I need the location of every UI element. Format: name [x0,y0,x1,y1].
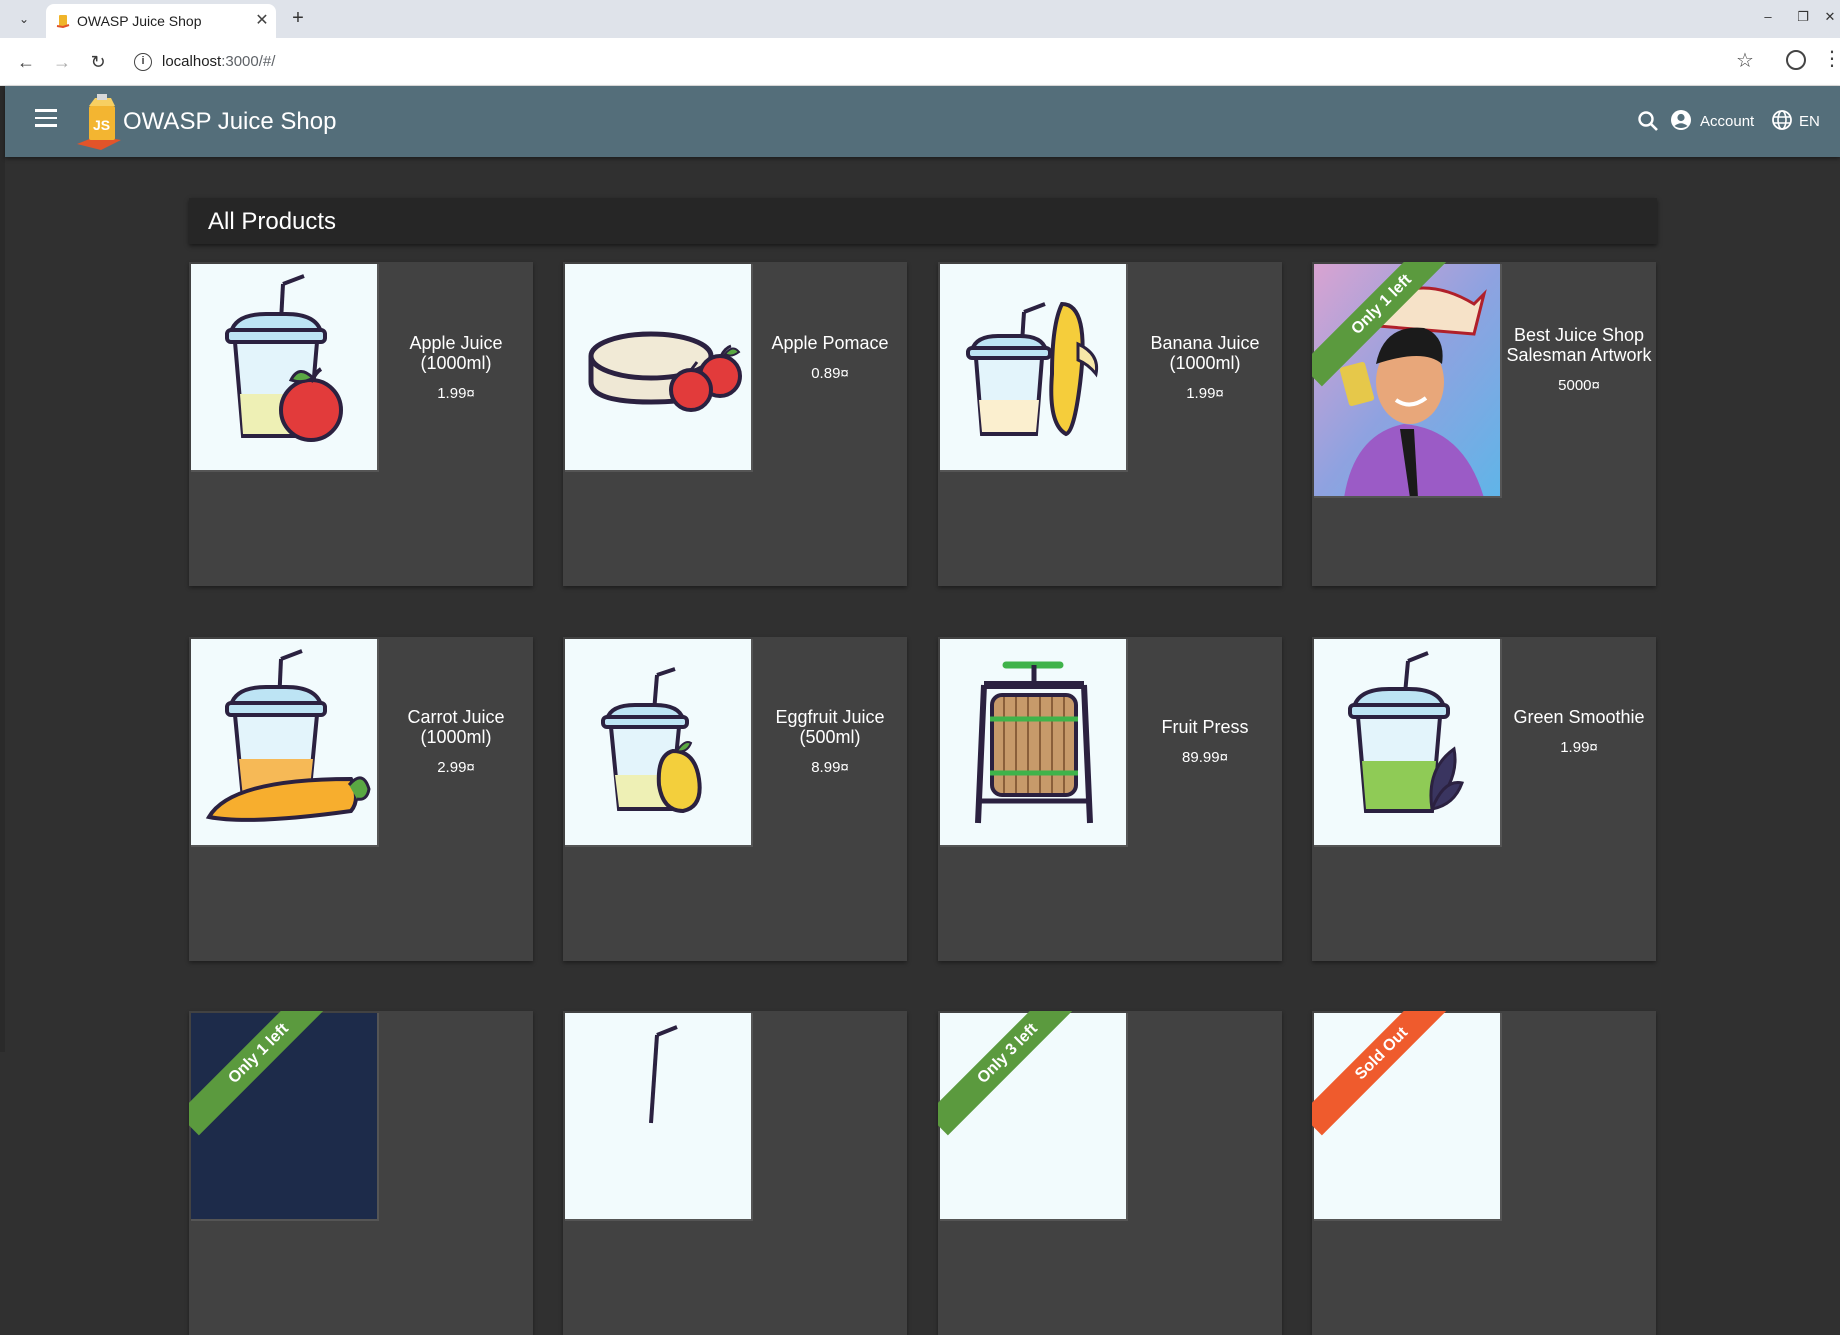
reload-icon[interactable]: ↻ [85,49,111,75]
account-circle-icon [1671,110,1691,130]
bookmark-star-icon[interactable]: ☆ [1736,48,1754,73]
menu-icon[interactable] [35,109,57,127]
new-tab-button[interactable]: + [286,7,310,31]
profile-icon[interactable] [1786,50,1806,70]
product-card-banana-juice[interactable]: Banana Juice (1000ml) 1.99¤ [938,262,1282,586]
product-info: Banana Juice (1000ml) 1.99¤ [1128,333,1282,402]
product-name: Carrot Juice (1000ml) [407,707,505,747]
tab-close-icon[interactable]: ✕ [252,11,272,31]
product-info: Carrot Juice (1000ml) 2.99¤ [379,707,533,776]
product-price: 89.99¤ [1182,749,1228,766]
product-info: Green Smoothie 1.99¤ [1502,707,1656,756]
apple-juice-icon [225,274,343,442]
product-name: Green Smoothie [1513,707,1645,727]
product-name: Apple Pomace [771,333,889,353]
app-title[interactable]: OWASP Juice Shop [123,108,336,136]
product-card-apple-juice[interactable]: Apple Juice (1000ml) 1.99¤ [189,262,533,586]
product-name: Fruit Press [1161,717,1249,737]
product-image[interactable] [565,639,753,847]
fruit-press-icon [975,661,1093,824]
tab-title: OWASP Juice Shop [77,13,202,29]
carrot-juice-icon [205,649,371,822]
product-price: 0.89¤ [811,365,849,382]
product-image[interactable] [940,639,1128,847]
product-card-carrot-juice[interactable]: Carrot Juice (1000ml) 2.99¤ [189,637,533,961]
browser-menu-icon[interactable]: ⋮ [1822,46,1840,71]
product-card-apple-pomace[interactable]: Apple Pomace 0.89¤ [563,262,907,586]
product-price: 5000¤ [1558,377,1600,394]
product-card-partial[interactable] [563,1011,907,1335]
address-bar[interactable]: i localhost:3000/#/ [126,44,1746,80]
back-arrow-icon[interactable]: ← [13,49,39,75]
browser-tab[interactable]: OWASP Juice Shop ✕ [46,4,276,38]
product-image[interactable] [191,639,379,847]
green-smoothie-icon [1348,651,1464,813]
product-card-fruit-press[interactable]: Fruit Press 89.99¤ [938,637,1282,961]
product-name: Eggfruit Juice (500ml) [775,707,885,747]
product-price: 8.99¤ [811,759,849,776]
page-title: All Products [208,208,337,235]
product-image[interactable] [565,264,753,472]
juice-shop-logo[interactable]: JS [73,94,125,150]
language-button[interactable]: EN [1771,108,1831,134]
app-toolbar: JS OWASP Juice Shop Account EN [5,86,1840,157]
product-card-partial[interactable]: Only 1 left [189,1011,533,1335]
left-edge [0,86,5,1052]
svg-text:JS: JS [93,117,110,133]
product-info: Apple Pomace 0.89¤ [753,333,907,382]
language-label: EN [1799,113,1820,130]
search-icon[interactable] [1635,108,1661,134]
product-name: Apple Juice (1000ml) [409,333,503,373]
eggfruit-juice-icon [601,667,702,814]
banana-juice-icon [966,301,1099,437]
tab-list-chevron-icon[interactable]: ⌄ [12,8,36,30]
product-price: 1.99¤ [437,385,475,402]
product-card-partial[interactable]: Sold Out [1312,1011,1656,1335]
product-price: 2.99¤ [437,759,475,776]
forward-arrow-icon[interactable]: → [49,49,75,75]
minimize-button[interactable]: – [1758,9,1778,24]
juice-cup-icon [649,1025,678,1124]
juice-shop-favicon-icon [56,15,70,28]
product-card-salesman-artwork[interactable]: Only 1 left Best Juice Shop Salesman Art… [1312,262,1656,586]
product-price: 1.99¤ [1186,385,1224,402]
product-name: Banana Juice (1000ml) [1150,333,1260,373]
product-info: Best Juice Shop Salesman Artwork 5000¤ [1502,325,1656,394]
browser-toolbar: ← → ↻ i localhost:3000/#/ ☆ ⋮ [0,38,1840,86]
globe-icon [1772,110,1792,130]
product-info: Apple Juice (1000ml) 1.99¤ [379,333,533,402]
product-image[interactable] [940,264,1128,472]
product-image[interactable] [1314,639,1502,847]
product-card-eggfruit-juice[interactable]: Eggfruit Juice (500ml) 8.99¤ [563,637,907,961]
site-info-icon[interactable]: i [134,53,152,71]
product-image[interactable] [191,264,379,472]
products-header: All Products [189,198,1657,244]
restore-button[interactable]: ❐ [1793,9,1813,25]
product-name: Best Juice Shop Salesman Artwork [1506,325,1652,365]
browser-tab-bar: ⌄ OWASP Juice Shop ✕ + – ❐ ✕ [0,0,1840,38]
product-card-partial[interactable]: Only 3 left [938,1011,1282,1335]
product-price: 1.99¤ [1560,739,1598,756]
url-text[interactable]: localhost:3000/#/ [162,53,275,70]
product-card-green-smoothie[interactable]: Green Smoothie 1.99¤ [1312,637,1656,961]
account-label: Account [1700,113,1755,130]
window-close-button[interactable]: ✕ [1820,9,1840,25]
product-info: Eggfruit Juice (500ml) 8.99¤ [753,707,907,776]
product-image[interactable] [565,1013,753,1221]
product-info: Fruit Press 89.99¤ [1128,717,1282,766]
apple-pomace-icon [588,331,742,412]
